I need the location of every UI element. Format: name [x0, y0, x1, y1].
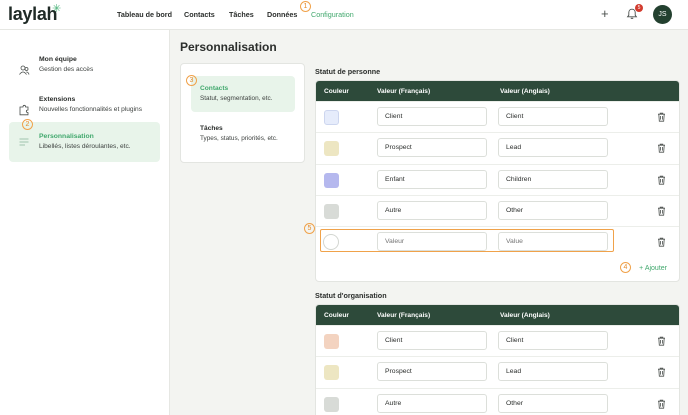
table-header: Couleur Valeur (Français) Valeur (Anglai… [316, 81, 679, 101]
color-swatch[interactable] [324, 172, 339, 188]
puzzle-icon [19, 104, 29, 116]
sidebar-item-team[interactable]: Mon équipe Gestion des accès [9, 50, 160, 88]
step-marker: 3 [186, 75, 197, 86]
color-swatch[interactable] [324, 141, 339, 157]
value-en-input[interactable] [498, 393, 608, 413]
trash-icon[interactable] [657, 237, 666, 247]
page-title: Personnalisation [180, 40, 277, 54]
sidebar-item-subtitle: Gestion des accès [39, 66, 94, 73]
nav-configuration[interactable]: Configuration [311, 10, 354, 19]
column-header-fr: Valeur (Français) [377, 88, 431, 95]
notification-badge: 5 [635, 4, 643, 12]
sidebar-item-title: Extensions [39, 96, 76, 103]
value-fr-input[interactable] [377, 331, 487, 350]
trash-icon[interactable] [657, 336, 666, 346]
value-en-input[interactable] [498, 138, 608, 158]
add-value-button[interactable]: + Ajouter [639, 265, 667, 272]
nav-dashboard[interactable]: Tableau de bord [117, 10, 172, 19]
value-fr-input[interactable] [377, 200, 487, 220]
value-en-input[interactable] [498, 331, 608, 350]
app-logo[interactable]: laylah [8, 4, 58, 25]
subnav-item-title: Tâches [200, 125, 223, 132]
sidebar-item-subtitle: Nouvelles fonctionnalités et plugins [39, 106, 142, 113]
table-row [316, 325, 679, 356]
logo-star-icon: ✳ [52, 3, 62, 15]
sliders-icon [19, 138, 29, 146]
section-title-person-status: Statut de personne [315, 67, 381, 76]
subnav-item-subtitle: Types, status, priorités, etc. [200, 135, 278, 142]
sidebar: Mon équipe Gestion des accès Extensions … [0, 30, 170, 415]
nav-data[interactable]: Données [267, 10, 297, 19]
trash-icon[interactable] [657, 206, 666, 216]
step-marker: 2 [22, 119, 33, 130]
subnav-item-tasks[interactable]: Tâches Types, status, priorités, etc. [191, 116, 295, 152]
column-header-en: Valeur (Anglais) [500, 88, 550, 95]
value-en-input[interactable] [498, 362, 608, 382]
column-header-en: Valeur (Anglais) [500, 312, 550, 319]
top-bar: laylah ✳ Tableau de bord Contacts Tâches… [0, 0, 688, 30]
trash-icon[interactable] [657, 175, 666, 185]
subnav-item-contacts[interactable]: Contacts Statut, segmentation, etc. [191, 76, 295, 112]
table-row [316, 163, 679, 195]
trash-icon[interactable] [657, 367, 666, 377]
table-row [316, 132, 679, 163]
value-fr-input[interactable] [377, 393, 487, 413]
value-en-input[interactable] [498, 200, 608, 220]
value-en-input[interactable] [498, 169, 608, 189]
step-marker: 4 [620, 262, 631, 273]
color-swatch[interactable] [324, 396, 339, 412]
value-fr-input[interactable] [377, 138, 487, 158]
nav-tasks[interactable]: Tâches [229, 10, 254, 19]
sidebar-item-title: Personnalisation [39, 133, 94, 140]
org-status-table: Couleur Valeur (Français) Valeur (Anglai… [315, 304, 680, 415]
highlight-new-row [320, 229, 614, 252]
trash-icon[interactable] [657, 143, 666, 153]
column-header-fr: Valeur (Français) [377, 312, 431, 319]
table-row [316, 194, 679, 226]
table-row [316, 101, 679, 132]
table-header: Couleur Valeur (Français) Valeur (Anglai… [316, 305, 679, 325]
nav-contacts[interactable]: Contacts [184, 10, 215, 19]
sidebar-item-title: Mon équipe [39, 56, 77, 63]
value-fr-input[interactable] [377, 169, 487, 189]
color-swatch[interactable] [324, 334, 339, 349]
person-status-table: Couleur Valeur (Français) Valeur (Anglai… [315, 80, 680, 283]
value-fr-input[interactable] [377, 107, 487, 126]
color-swatch[interactable] [324, 110, 339, 125]
add-icon[interactable]: + [601, 7, 609, 20]
trash-icon[interactable] [657, 399, 666, 409]
subnav-item-subtitle: Statut, segmentation, etc. [200, 95, 273, 102]
step-marker: 5 [304, 223, 315, 234]
avatar[interactable]: JS [653, 5, 672, 24]
column-header-color: Couleur [324, 312, 349, 319]
column-header-color: Couleur [324, 88, 349, 95]
color-swatch[interactable] [324, 203, 339, 219]
settings-subnav: Contacts Statut, segmentation, etc. Tâch… [180, 63, 305, 163]
table-row [316, 387, 679, 415]
add-value-label: Ajouter [644, 265, 667, 273]
team-icon [19, 65, 30, 75]
value-en-input[interactable] [498, 107, 608, 126]
trash-icon[interactable] [657, 112, 666, 122]
value-fr-input[interactable] [377, 362, 487, 382]
table-row [316, 356, 679, 387]
color-swatch[interactable] [324, 365, 339, 381]
subnav-item-title: Contacts [200, 85, 229, 92]
section-title-org-status: Statut d'organisation [315, 291, 387, 300]
sidebar-item-subtitle: Libellés, listes déroulantes, etc. [39, 143, 131, 150]
step-marker: 1 [300, 1, 311, 12]
